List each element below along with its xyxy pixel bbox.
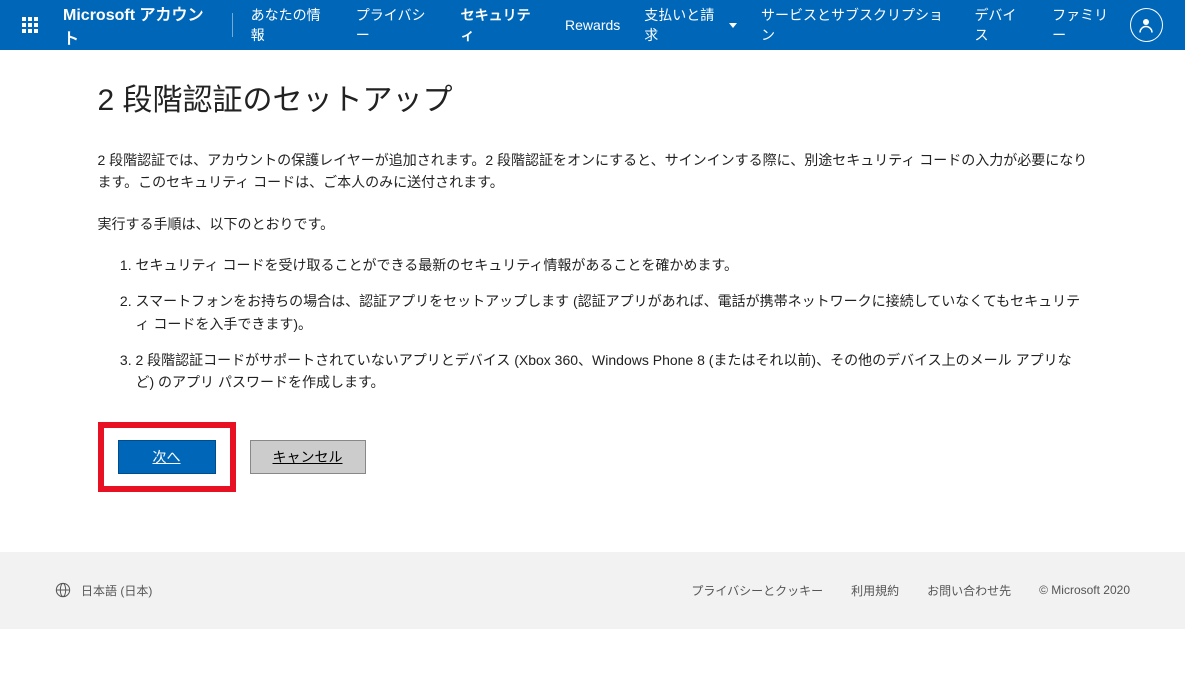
highlight-annotation: 次へ [98, 422, 236, 492]
user-icon [1137, 16, 1155, 34]
brand-title[interactable]: Microsoft アカウント [59, 1, 230, 49]
steps-intro-text: 実行する手順は、以下のとおりです。 [98, 214, 1088, 234]
nav-link-rewards[interactable]: Rewards [555, 11, 630, 39]
nav-link-security[interactable]: セキュリティ [451, 0, 551, 51]
app-launcher-button[interactable] [10, 5, 49, 45]
language-selector[interactable]: 日本語 (日本) [55, 582, 152, 599]
waffle-icon [22, 17, 38, 33]
cancel-button[interactable]: キャンセル [250, 440, 366, 474]
nav-link-payment[interactable]: 支払いと請求 [634, 0, 747, 51]
nav-link-payment-label: 支払いと請求 [644, 5, 725, 45]
user-avatar-button[interactable] [1130, 8, 1163, 42]
step-item: スマートフォンをお持ちの場合は、認証アプリをセットアップします (認証アプリがあ… [136, 290, 1088, 335]
description-text: 2 段階認証では、アカウントの保護レイヤーが追加されます。2 段階認証をオンにす… [98, 149, 1088, 194]
nav-link-your-info[interactable]: あなたの情報 [241, 0, 342, 51]
language-label: 日本語 (日本) [81, 582, 152, 599]
copyright-text: © Microsoft 2020 [1039, 583, 1130, 597]
step-item: セキュリティ コードを受け取ることができる最新のセキュリティ情報があることを確か… [136, 254, 1088, 276]
steps-list: セキュリティ コードを受け取ることができる最新のセキュリティ情報があることを確か… [98, 254, 1088, 394]
nav-link-family[interactable]: ファミリー [1042, 0, 1130, 51]
next-button[interactable]: 次へ [118, 440, 216, 474]
nav-divider [232, 13, 233, 37]
button-row: 次へ キャンセル [98, 422, 1088, 492]
footer-link-contact[interactable]: お問い合わせ先 [927, 582, 1011, 599]
step-item: 2 段階認証コードがサポートされていないアプリとデバイス (Xbox 360、W… [136, 349, 1088, 394]
footer-link-privacy-cookies[interactable]: プライバシーとクッキー [691, 582, 823, 599]
nav-link-privacy[interactable]: プライバシー [346, 0, 447, 51]
main-content: 2 段階認証のセットアップ 2 段階認証では、アカウントの保護レイヤーが追加され… [43, 50, 1143, 552]
globe-icon [55, 582, 71, 598]
nav-link-services[interactable]: サービスとサブスクリプション [751, 0, 960, 51]
page-title: 2 段階認証のセットアップ [98, 75, 1088, 119]
footer: 日本語 (日本) プライバシーとクッキー 利用規約 お問い合わせ先 © Micr… [0, 552, 1185, 629]
footer-link-terms[interactable]: 利用規約 [851, 582, 899, 599]
nav-links: あなたの情報 プライバシー セキュリティ Rewards 支払いと請求 サービス… [241, 0, 1130, 51]
nav-link-devices[interactable]: デバイス [964, 0, 1038, 51]
top-navbar: Microsoft アカウント あなたの情報 プライバシー セキュリティ Rew… [0, 0, 1185, 50]
footer-links: プライバシーとクッキー 利用規約 お問い合わせ先 © Microsoft 202… [691, 582, 1130, 599]
chevron-down-icon [729, 23, 737, 28]
